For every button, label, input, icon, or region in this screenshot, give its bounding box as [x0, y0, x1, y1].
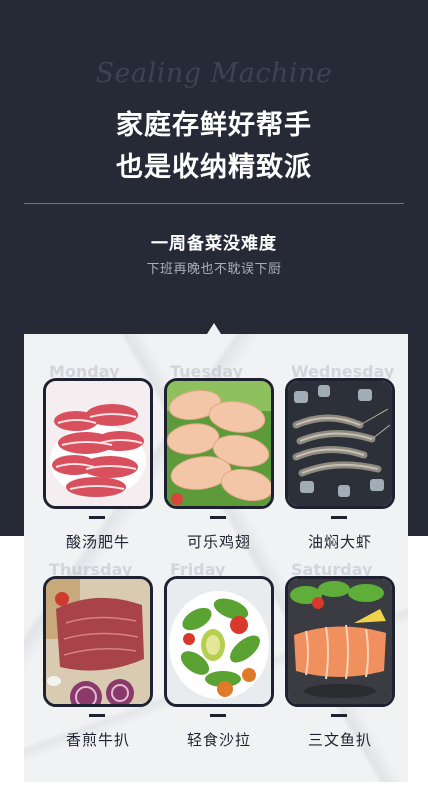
salmon-photo: [285, 576, 395, 707]
dash-marker: [210, 516, 226, 519]
subline: 下班再晚也不耽误下厨: [146, 262, 282, 277]
dish-name: 轻食沙拉: [186, 731, 251, 749]
panel-notch: [207, 323, 221, 334]
dish-name: 三文鱼扒: [307, 731, 372, 749]
subheading: 一周备菜没难度: [151, 234, 277, 254]
dash-marker: [331, 714, 347, 717]
dish-name: 香煎牛扒: [65, 731, 130, 749]
dash-marker: [210, 714, 226, 717]
dish-name: 酸汤肥牛: [65, 533, 130, 551]
dash-marker: [89, 714, 105, 717]
salad-photo: [164, 576, 274, 707]
steak-photo: [43, 576, 153, 707]
dash-marker: [331, 516, 347, 519]
divider: [24, 203, 404, 204]
dash-marker: [89, 516, 105, 519]
dish-name: 油焖大虾: [307, 533, 372, 551]
sliced-beef-photo: [43, 378, 153, 509]
headline-line-2: 也是收纳精致派: [116, 152, 312, 183]
script-title: Sealing Machine: [95, 58, 333, 89]
shrimp-photo: [285, 378, 395, 509]
headline-line-1: 家庭存鲜好帮手: [116, 110, 312, 141]
dish-name: 可乐鸡翅: [186, 533, 251, 551]
chicken-wings-photo: [164, 378, 274, 509]
